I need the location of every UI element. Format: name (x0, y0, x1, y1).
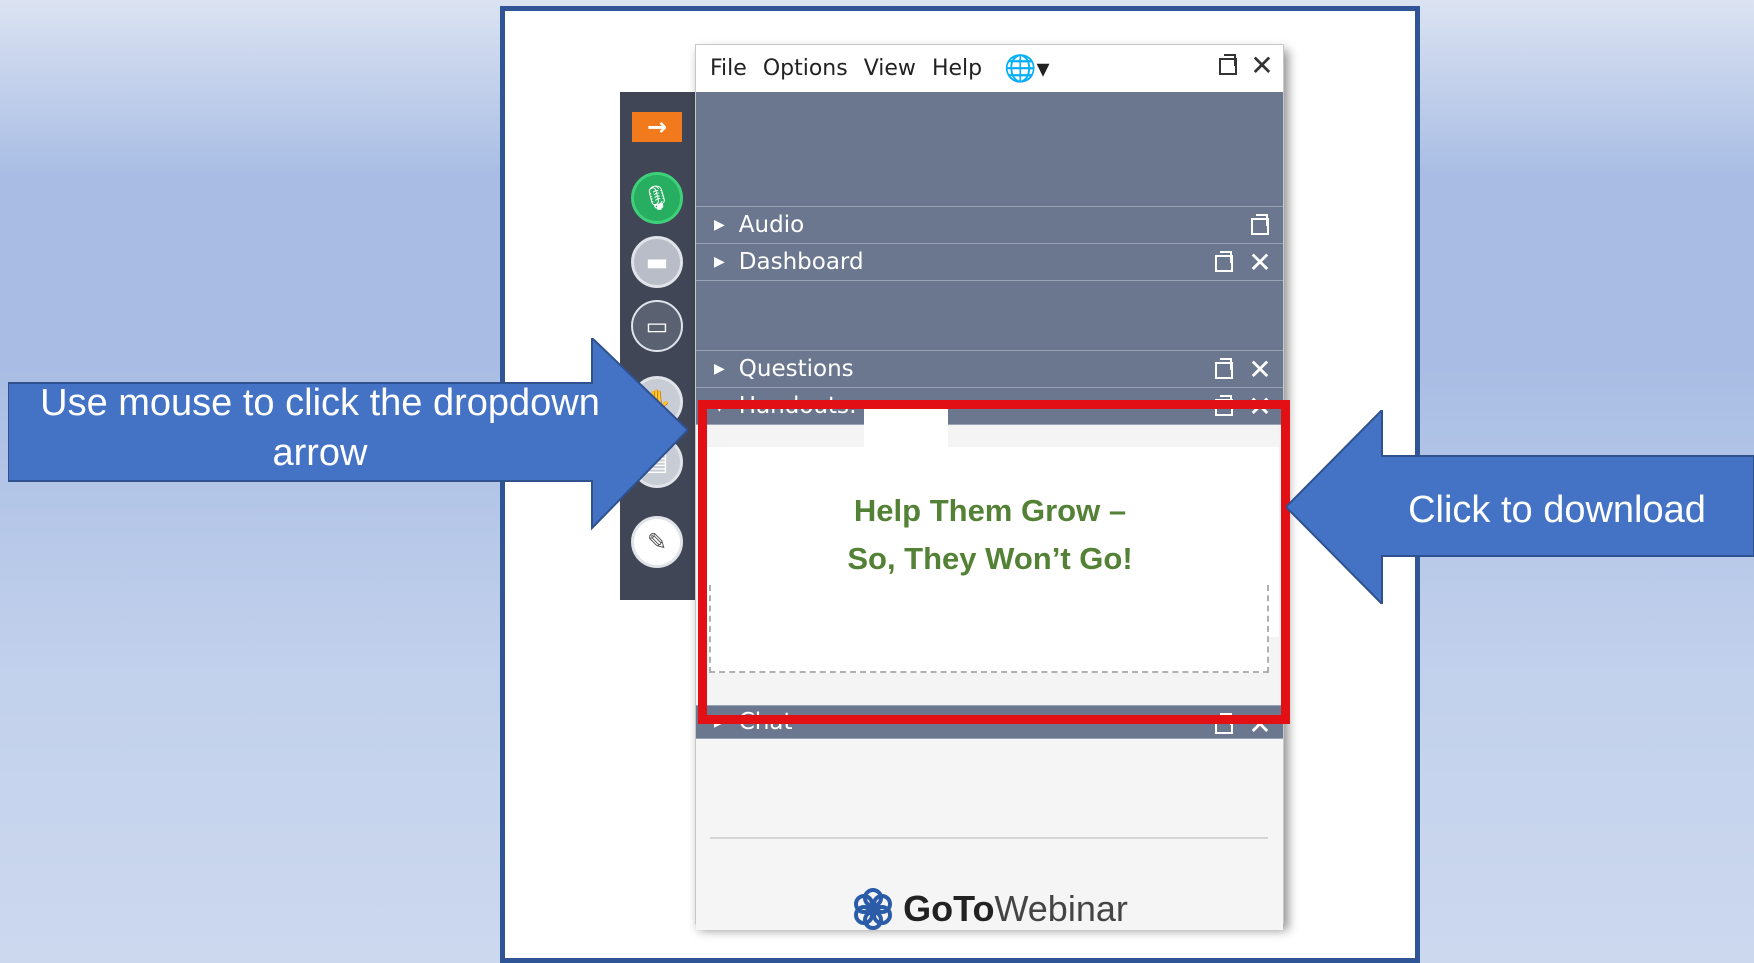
expand-triangle-icon[interactable]: ▶ (714, 254, 725, 270)
handouts-panel: Help Them Grow – So, They Won’t Go! (701, 447, 1279, 673)
brand-goto: GoTo (903, 888, 995, 929)
redaction-box (864, 403, 948, 449)
panel-questions-header[interactable]: ▶ Questions ✕ (696, 350, 1283, 388)
popout-icon[interactable] (1211, 712, 1237, 738)
handout-file-link[interactable]: Help Them Grow – So, They Won’t Go! (701, 487, 1279, 583)
menu-options[interactable]: Options (763, 56, 848, 81)
panel-spacer (696, 281, 1283, 351)
handout-title-line-2: So, They Won’t Go! (847, 541, 1133, 576)
gotowebinar-logo: GoTo Webinar (696, 887, 1283, 931)
grab-tab-area (696, 92, 1283, 206)
close-icon[interactable]: ✕ (1247, 249, 1273, 277)
expand-triangle-icon[interactable]: ▶ (714, 714, 725, 730)
panel-dashboard-header[interactable]: ▶ Dashboard ✕ (696, 243, 1283, 281)
popout-icon[interactable] (1211, 250, 1237, 276)
expand-triangle-icon[interactable]: ▶ (714, 217, 725, 233)
menu-view[interactable]: View (864, 56, 916, 81)
webcam-icon[interactable]: ▬ (631, 236, 683, 288)
globe-icon[interactable]: 🌐▾ (1004, 54, 1049, 84)
panel-audio-header[interactable]: ▶ Audio (696, 206, 1283, 244)
popout-icon[interactable] (1247, 213, 1273, 239)
panel-chat-label: Chat (738, 709, 793, 735)
brand-webinar: Webinar (994, 888, 1128, 929)
menu-file[interactable]: File (710, 56, 747, 81)
panel-chat-header[interactable]: ▶ Chat ✕ (696, 705, 1283, 739)
menu-help[interactable]: Help (932, 56, 982, 81)
popout-icon[interactable] (1211, 357, 1237, 383)
microphone-icon[interactable]: 🎙 (631, 172, 683, 224)
panel-handouts-header[interactable]: ▼ Handouts: ✕ (696, 387, 1283, 425)
collapse-triangle-icon[interactable]: ▼ (714, 398, 725, 414)
gotowebinar-flower-icon (854, 888, 893, 930)
divider (710, 837, 1268, 839)
expand-triangle-icon[interactable]: ▶ (714, 361, 725, 377)
left-callout-text: Use mouse to click the dropdown arrow (40, 382, 600, 474)
handout-title-line-1: Help Them Grow – (853, 493, 1127, 528)
popout-icon[interactable] (1215, 53, 1241, 79)
panel-dashboard-label: Dashboard (738, 249, 864, 275)
menu-bar: File Options View Help 🌐▾ ✕ (696, 45, 1283, 92)
panel-audio-label: Audio (738, 212, 805, 238)
panel-handouts-label: Handouts: (738, 393, 857, 419)
close-icon[interactable]: ✕ (1249, 52, 1275, 80)
popout-icon[interactable] (1211, 394, 1237, 420)
right-callout-text: Click to download (1408, 489, 1706, 531)
close-icon[interactable]: ✕ (1247, 356, 1273, 384)
handout-drop-area (709, 585, 1269, 673)
close-icon[interactable]: ✕ (1247, 393, 1273, 421)
collapse-arrow-icon[interactable]: → (632, 112, 682, 142)
panel-questions-label: Questions (738, 356, 854, 382)
close-icon[interactable]: ✕ (1247, 711, 1273, 739)
